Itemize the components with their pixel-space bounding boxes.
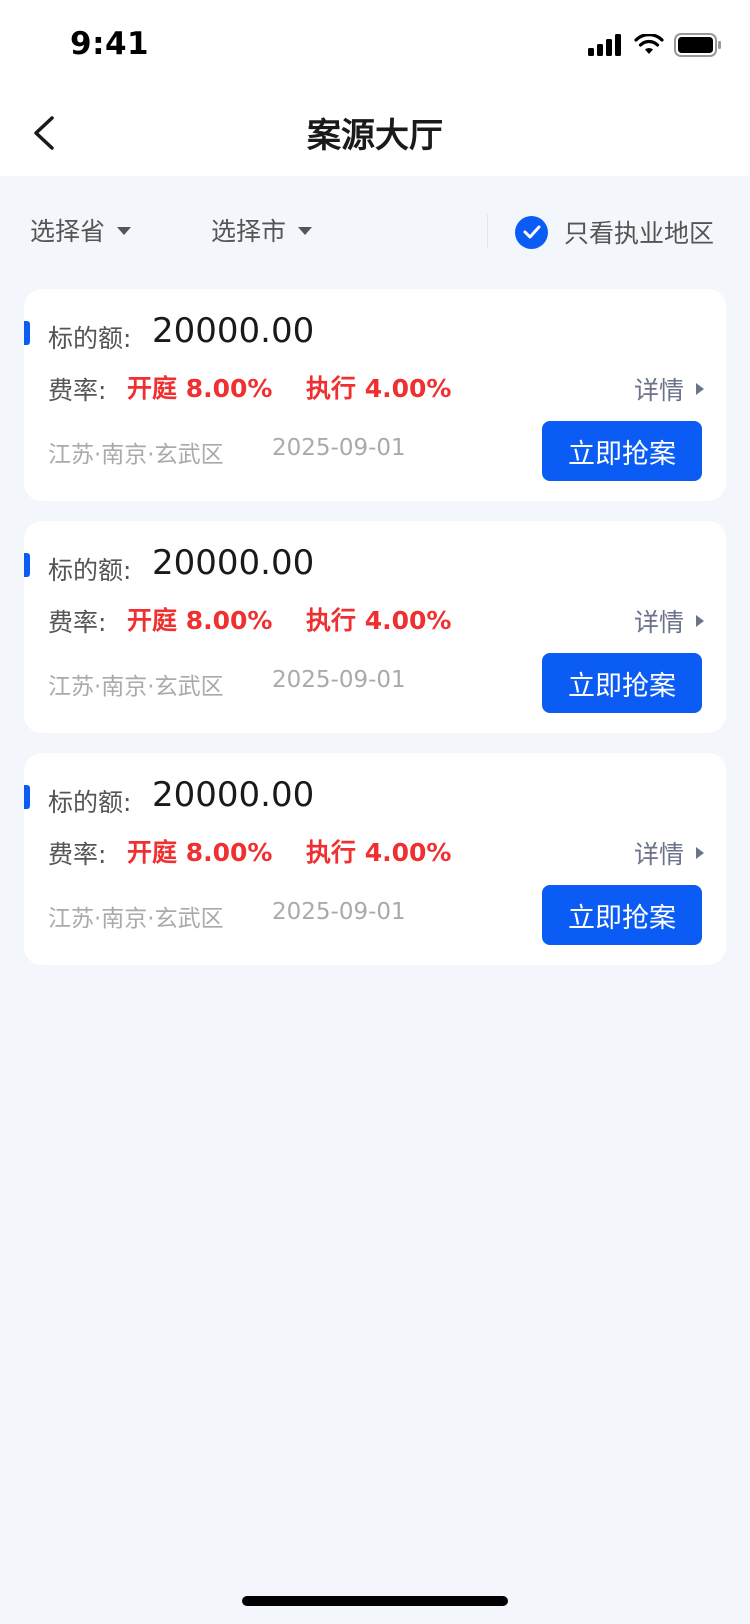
amount-value: 20000.00	[152, 311, 315, 351]
card-accent-bar	[24, 553, 30, 577]
caret-right-icon	[696, 383, 704, 395]
filter-divider	[487, 214, 488, 248]
status-time: 9:41	[70, 26, 150, 62]
detail-link[interactable]: 详情	[634, 835, 704, 871]
amount-value: 20000.00	[152, 543, 315, 583]
filter-bar: 选择省 选择市 只看执业地区	[0, 200, 750, 264]
status-icons	[588, 32, 722, 58]
detail-link[interactable]: 详情	[634, 603, 704, 639]
signal-icon	[588, 34, 621, 56]
case-card: 标的额: 20000.00 费率: 开庭 8.00% 执行 4.00% 详情 江…	[24, 753, 726, 965]
rate-execution: 执行 4.00%	[306, 374, 452, 403]
detail-link[interactable]: 详情	[634, 371, 704, 407]
case-location: 江苏·南京·玄武区	[48, 442, 224, 468]
rate-execution: 执行 4.00%	[306, 606, 452, 635]
card-accent-bar	[24, 785, 30, 809]
rate-execution: 执行 4.00%	[306, 838, 452, 867]
case-date: 2025-09-01	[272, 899, 406, 925]
rate-label: 费率:	[48, 608, 107, 637]
rate-court: 开庭 8.00%	[127, 838, 273, 867]
province-select[interactable]: 选择省	[30, 212, 132, 248]
case-card: 标的额: 20000.00 费率: 开庭 8.00% 执行 4.00% 详情 江…	[24, 289, 726, 501]
detail-label: 详情	[633, 376, 684, 405]
chevron-down-icon	[117, 227, 132, 235]
check-icon	[515, 215, 548, 249]
rate-label: 费率:	[48, 840, 107, 869]
wifi-icon	[634, 34, 664, 54]
battery-icon	[674, 33, 721, 57]
rate-label: 费率:	[48, 376, 107, 405]
page-title: 案源大厅	[307, 116, 443, 156]
province-select-label: 选择省	[30, 217, 106, 246]
case-date: 2025-09-01	[272, 435, 406, 461]
grab-case-button[interactable]: 立即抢案	[542, 421, 702, 481]
top-bar: 9:41 案源大厅	[0, 0, 750, 176]
case-location: 江苏·南京·玄武区	[48, 906, 224, 932]
rate-court: 开庭 8.00%	[127, 606, 273, 635]
detail-label: 详情	[633, 608, 684, 637]
amount-label: 标的额:	[48, 324, 132, 353]
only-practice-region-checkbox[interactable]: 只看执业地区	[515, 214, 714, 250]
rate-court: 开庭 8.00%	[127, 374, 273, 403]
case-location: 江苏·南京·玄武区	[48, 674, 224, 700]
city-select[interactable]: 选择市	[211, 212, 313, 248]
only-practice-region-label: 只看执业地区	[564, 219, 715, 248]
case-card: 标的额: 20000.00 费率: 开庭 8.00% 执行 4.00% 详情 江…	[24, 521, 726, 733]
grab-case-button[interactable]: 立即抢案	[542, 885, 702, 945]
grab-case-button[interactable]: 立即抢案	[542, 653, 702, 713]
caret-right-icon	[696, 615, 704, 627]
amount-label: 标的额:	[48, 788, 132, 817]
amount-label: 标的额:	[48, 556, 132, 585]
caret-right-icon	[696, 847, 704, 859]
home-indicator[interactable]	[242, 1596, 508, 1606]
city-select-label: 选择市	[211, 217, 287, 246]
chevron-down-icon	[298, 227, 313, 235]
card-accent-bar	[24, 321, 30, 345]
detail-label: 详情	[633, 840, 684, 869]
amount-value: 20000.00	[152, 775, 315, 815]
case-date: 2025-09-01	[272, 667, 406, 693]
